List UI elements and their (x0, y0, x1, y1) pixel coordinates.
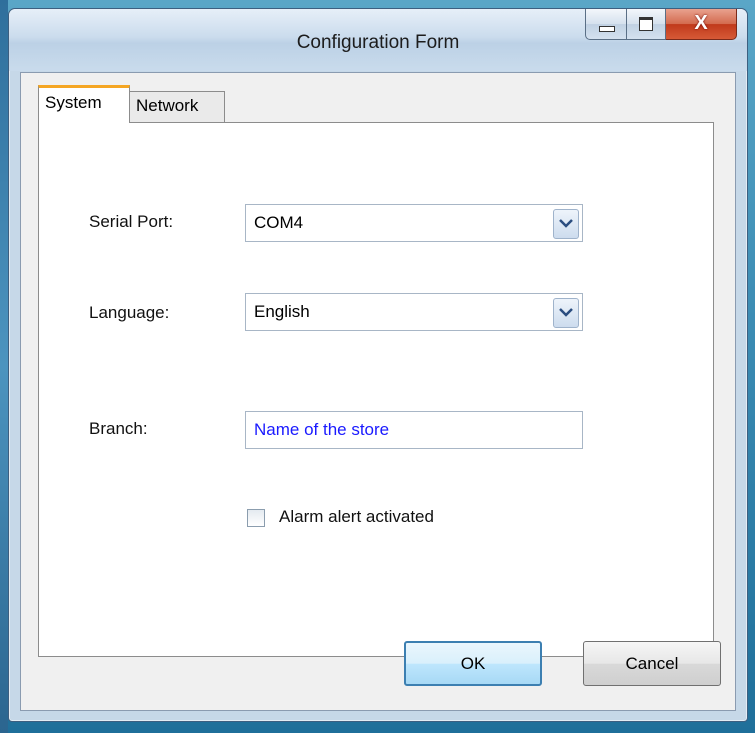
serial-port-dropdown-arrow[interactable] (553, 209, 579, 239)
tab-system[interactable]: System (38, 85, 130, 123)
branch-input[interactable]: Name of the store (245, 411, 583, 449)
close-button[interactable]: X (666, 9, 737, 40)
close-icon: X (694, 12, 708, 34)
language-dropdown-arrow[interactable] (553, 298, 579, 328)
minimize-icon (599, 26, 615, 32)
language-dropdown[interactable]: English (245, 293, 583, 331)
desktop-background (0, 0, 8, 733)
alarm-alert-label[interactable]: Alarm alert activated (279, 507, 434, 527)
serial-port-label: Serial Port: (89, 212, 174, 231)
minimize-button[interactable] (585, 9, 627, 40)
chevron-down-icon (559, 219, 573, 228)
maximize-icon (639, 17, 653, 31)
title-bar[interactable]: Configuration Form X (9, 9, 747, 71)
window-controls: X (585, 9, 737, 45)
language-value: English (254, 302, 310, 321)
language-label: Language: (89, 303, 170, 322)
cancel-button[interactable]: Cancel (583, 641, 721, 686)
chevron-down-icon (559, 308, 573, 317)
system-tab-panel: Serial Port: COM4 Language: English Bran… (38, 122, 714, 657)
serial-port-value: COM4 (254, 213, 304, 232)
configuration-window: Configuration Form X System Network Seri… (8, 8, 748, 722)
branch-label: Branch: (89, 419, 148, 438)
serial-port-dropdown[interactable]: COM4 (245, 204, 583, 242)
branch-value: Name of the store (254, 420, 390, 439)
alarm-alert-checkbox[interactable] (247, 509, 265, 527)
window-client-area: System Network Serial Port: COM4 Languag… (20, 72, 736, 711)
maximize-button[interactable] (627, 9, 666, 40)
tab-network[interactable]: Network (130, 91, 225, 123)
ok-button[interactable]: OK (404, 641, 542, 686)
